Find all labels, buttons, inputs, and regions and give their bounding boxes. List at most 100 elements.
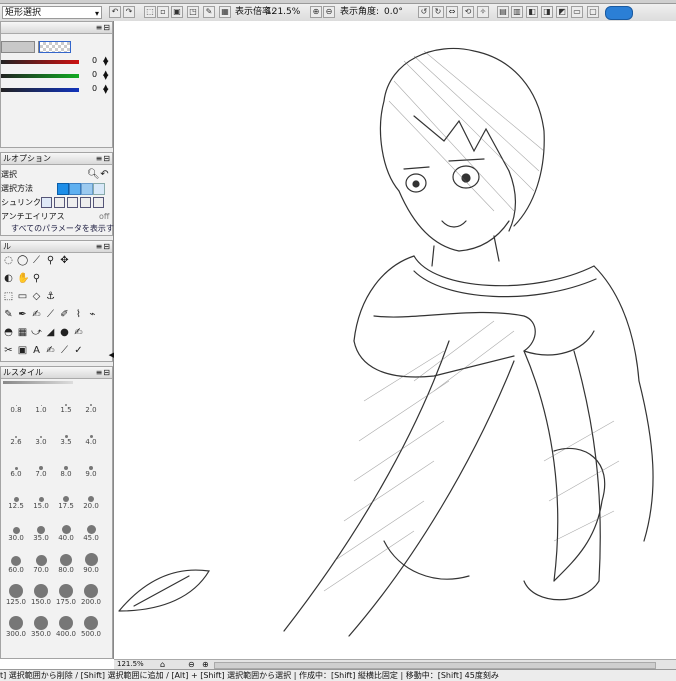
tool-icon[interactable]: ▦ [17,327,28,338]
brush-size-cell[interactable]: 400.0 [54,615,78,641]
tool-icon[interactable]: ✎ [3,309,14,320]
rotate-left-icon[interactable]: ↺ [418,6,430,18]
color-slider-value[interactable]: 0 [92,70,97,79]
brush-size-cell[interactable]: 9.0 [79,455,103,481]
brush-size-cell[interactable]: 3.0 [29,423,53,449]
window-icon[interactable]: ▢ [587,6,599,18]
brush-size-cell[interactable]: 175.0 [54,583,78,609]
tool-icon[interactable]: ⚲ [31,273,42,284]
undo-icon[interactable]: ↶ [109,6,121,18]
brush-size-cell[interactable]: 70.0 [29,551,53,577]
brush-size-cell[interactable]: 2.6 [4,423,28,449]
brush-size-cell[interactable]: 0.8 [4,391,28,417]
add-selection-icon[interactable] [69,183,81,195]
brush-size-cell[interactable]: 30.0 [4,519,28,545]
magnify-icon[interactable]: 🔍︎ [87,169,100,180]
subtract-selection-icon[interactable] [81,183,93,195]
show-all-params-link[interactable]: すべてのパラメータを表示する [11,223,122,234]
tool-icon[interactable]: ✍ [31,309,42,320]
brush-size-cell[interactable]: 8.0 [54,455,78,481]
link-option-icon[interactable] [80,197,91,208]
spin-arrows-icon[interactable]: ▲ ▼ [103,70,108,81]
brush-size-cell[interactable]: 150.0 [29,583,53,609]
tool-icon[interactable]: ⌇ [73,309,84,320]
show-selection-icon[interactable]: ◳ [187,6,199,18]
brush-size-cell[interactable]: 1.5 [54,391,78,417]
link-option-icon[interactable] [41,197,52,208]
panel-controls-icon[interactable]: ≡⊟ [96,367,111,378]
home-icon[interactable]: ⌂ [160,660,165,669]
brush-size-cell[interactable]: 6.0 [4,455,28,481]
layer-icon[interactable]: ▤ [497,6,509,18]
color-slider-value[interactable]: 0 [92,84,97,93]
brush-size-cell[interactable]: 80.0 [54,551,78,577]
brush-size-cell[interactable]: 15.0 [29,487,53,513]
tool-icon[interactable]: A [31,345,42,356]
navigator-icon[interactable]: ◨ [541,6,553,18]
tool-icon[interactable]: ⌁ [87,309,98,320]
zoom-in-icon[interactable]: ⊕ [202,660,209,669]
tool-icon[interactable]: ⟋ [59,345,70,356]
tool-icon[interactable]: ✒ [17,309,28,320]
pen-pressure-icon[interactable]: ✎ [203,6,215,18]
tool-icon[interactable]: ✋ [17,273,29,284]
tool-select-dropdown[interactable]: 矩形選択 ▾ [2,6,102,19]
panel-controls-icon[interactable]: ≡⊟ [96,22,111,33]
tool-icon[interactable]: ✥ [59,255,70,266]
tool-icon[interactable]: ⚓ [45,291,56,302]
tool-icon[interactable]: ◯ [17,255,28,266]
brush-size-cell[interactable]: 35.0 [29,519,53,545]
tool-icon[interactable]: ⟋ [45,309,56,320]
link-option-icon[interactable] [54,197,65,208]
select-all-icon[interactable]: ⬚ [144,6,156,18]
intersect-selection-icon[interactable] [93,183,105,195]
tool-icon[interactable]: ◌ [3,255,14,266]
tool-icon[interactable]: ▭ [17,291,28,302]
brush-size-cell[interactable]: 7.0 [29,455,53,481]
panel-controls-icon[interactable]: ≡⊟ [96,153,111,164]
color-slider[interactable] [1,60,79,64]
tool-icon[interactable]: ✍ [73,327,84,338]
material-icon[interactable]: ◩ [556,6,568,18]
tool-icon[interactable]: ✓ [73,345,84,356]
tool-icon[interactable]: ⤻ [31,327,42,338]
link-option-icon[interactable] [93,197,104,208]
transparent-color-swatch[interactable] [39,41,71,53]
brush-size-cell[interactable]: 3.5 [54,423,78,449]
brush-size-cell[interactable]: 500.0 [79,615,103,641]
brush-size-cell[interactable]: 200.0 [79,583,103,609]
invert-selection-icon[interactable]: ▣ [171,6,183,18]
panel-controls-icon[interactable]: ≡⊟ [96,241,111,252]
tool-icon[interactable]: ◢ [45,327,56,338]
tool-icon[interactable]: ⟋ [31,255,42,266]
tool-icon[interactable]: ▣ [17,345,28,356]
spin-arrows-icon[interactable]: ▲ ▼ [103,84,108,95]
rotate-right-icon[interactable]: ↻ [432,6,444,18]
grid-icon[interactable]: ▦ [219,6,231,18]
color-slider[interactable] [1,74,79,78]
tool-icon[interactable]: ◐ [3,273,14,284]
color-slider[interactable] [1,88,79,92]
stabilizer-icon[interactable]: ✧ [477,6,489,18]
tool-icon[interactable]: ◇ [31,291,42,302]
zoom-out-icon[interactable]: ⊖ [323,6,335,18]
brush-size-cell[interactable]: 40.0 [54,519,78,545]
color-slider-value[interactable]: 0 [92,56,97,65]
brush-size-cell[interactable]: 125.0 [4,583,28,609]
tool-icon[interactable]: ⬚ [3,291,14,302]
link-option-icon[interactable] [67,197,78,208]
brush-size-cell[interactable]: 60.0 [4,551,28,577]
brush-size-cell[interactable]: 1.0 [29,391,53,417]
zoom-out-icon[interactable]: ⊖ [188,660,195,669]
scroll-track[interactable] [214,662,656,669]
brush-size-cell[interactable]: 350.0 [29,615,53,641]
zoom-in-icon[interactable]: ⊕ [310,6,322,18]
brush-size-cell[interactable]: 300.0 [4,615,28,641]
horizontal-scrollbar[interactable]: 121.5% ⌂ ⊖ ⊕ [114,659,676,669]
antialias-value[interactable]: off [99,211,109,222]
deselect-icon[interactable]: ▫ [157,6,169,18]
flip-icon[interactable]: ⇔ [446,6,458,18]
reset-icon[interactable]: ↶ [99,169,110,180]
redo-icon[interactable]: ↷ [123,6,135,18]
brush-size-cell[interactable]: 45.0 [79,519,103,545]
